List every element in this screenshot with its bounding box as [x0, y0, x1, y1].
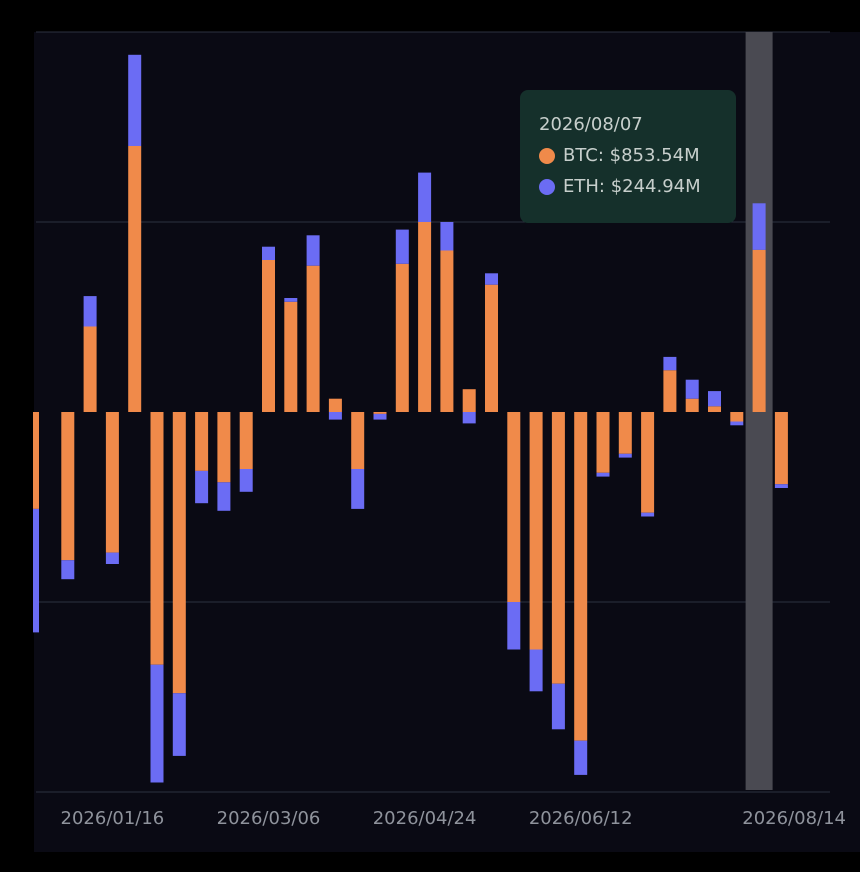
btc-bar[interactable]: [239, 412, 253, 469]
eth-bar[interactable]: [239, 469, 253, 492]
btc-bar[interactable]: [328, 398, 342, 412]
btc-bar[interactable]: [262, 260, 275, 412]
eth-bar[interactable]: [752, 203, 766, 250]
x-tick-label: 2026/01/16: [61, 808, 165, 829]
btc-bar[interactable]: [284, 301, 298, 412]
eth-bar[interactable]: [328, 412, 342, 420]
tooltip-btc-row: BTC: $853.54M: [539, 145, 700, 166]
x-tick-label: 2026/06/12: [529, 808, 633, 829]
btc-bar[interactable]: [730, 412, 744, 422]
eth-bar[interactable]: [574, 740, 588, 775]
btc-bar[interactable]: [306, 265, 320, 412]
eth-bar[interactable]: [507, 602, 521, 650]
btc-bar[interactable]: [507, 412, 521, 602]
btc-bar[interactable]: [217, 412, 231, 483]
eth-bar[interactable]: [83, 296, 97, 327]
btc-bar[interactable]: [462, 389, 476, 412]
eth-bar[interactable]: [596, 472, 610, 477]
btc-bar[interactable]: [150, 412, 164, 665]
eth-legend-dot: [539, 178, 555, 195]
x-tick-label: 2026/03/06: [217, 808, 321, 829]
btc-bar[interactable]: [618, 412, 632, 454]
eth-bar[interactable]: [685, 379, 699, 399]
eth-bar[interactable]: [641, 512, 655, 517]
eth-bar[interactable]: [774, 484, 788, 488]
btc-bar[interactable]: [373, 412, 387, 414]
x-tick-label: 2026/04/24: [373, 808, 477, 829]
eth-bar[interactable]: [262, 246, 275, 260]
btc-bar[interactable]: [752, 249, 766, 412]
tooltip-eth-row: ETH: $244.94M: [539, 176, 701, 197]
eth-bar[interactable]: [440, 222, 454, 251]
tooltip-eth-value: ETH: $244.94M: [563, 176, 701, 197]
eth-bar[interactable]: [61, 560, 75, 580]
eth-bar[interactable]: [150, 664, 164, 783]
eth-bar[interactable]: [105, 552, 119, 564]
eth-bar[interactable]: [618, 453, 632, 458]
tooltip-btc-value: BTC: $853.54M: [563, 145, 700, 166]
tooltip-date: 2026/08/07: [539, 114, 643, 135]
x-tick-label: 2026/08/14: [742, 808, 846, 829]
eth-bar[interactable]: [551, 683, 565, 730]
tooltip: 2026/08/07 BTC: $853.54M ETH: $244.94M: [520, 90, 736, 223]
eth-bar[interactable]: [730, 421, 744, 426]
btc-bar[interactable]: [440, 250, 454, 413]
btc-bar[interactable]: [485, 284, 498, 412]
eth-bar[interactable]: [395, 229, 409, 264]
eth-bar[interactable]: [373, 413, 387, 420]
btc-bar[interactable]: [33, 412, 39, 509]
btc-bar[interactable]: [61, 412, 75, 561]
btc-bar[interactable]: [574, 412, 588, 741]
btc-bar[interactable]: [418, 222, 432, 412]
eth-bar[interactable]: [529, 649, 543, 692]
eth-bar[interactable]: [708, 391, 721, 407]
btc-bar[interactable]: [529, 412, 543, 650]
x-tick-labels: 2026/01/16 2026/03/06 2026/04/24 2026/06/12…: [61, 808, 846, 829]
eth-bar[interactable]: [284, 298, 298, 302]
btc-bar[interactable]: [663, 370, 677, 412]
btc-bar[interactable]: [172, 412, 186, 694]
btc-bar[interactable]: [195, 412, 209, 471]
btc-bar[interactable]: [395, 263, 409, 412]
btc-bar[interactable]: [596, 412, 610, 473]
btc-legend-dot: [539, 147, 555, 164]
btc-bar[interactable]: [551, 412, 565, 684]
eth-bar[interactable]: [306, 235, 320, 266]
btc-bar[interactable]: [128, 146, 142, 412]
eth-bar[interactable]: [217, 482, 231, 511]
btc-bar[interactable]: [774, 412, 788, 485]
eth-bar[interactable]: [663, 356, 677, 371]
eth-bar[interactable]: [195, 470, 209, 504]
eth-bar[interactable]: [172, 693, 186, 756]
eth-bar[interactable]: [128, 54, 142, 146]
btc-bar[interactable]: [83, 326, 97, 413]
eth-bar[interactable]: [418, 172, 432, 222]
btc-bar[interactable]: [105, 412, 119, 553]
btc-bar[interactable]: [351, 412, 365, 469]
eth-bar[interactable]: [485, 273, 498, 285]
eth-bar[interactable]: [33, 508, 39, 633]
btc-bar[interactable]: [685, 398, 699, 412]
btc-bar[interactable]: [708, 406, 721, 412]
btc-bar[interactable]: [641, 412, 655, 513]
eth-bar[interactable]: [351, 469, 365, 509]
eth-bar[interactable]: [462, 412, 476, 424]
